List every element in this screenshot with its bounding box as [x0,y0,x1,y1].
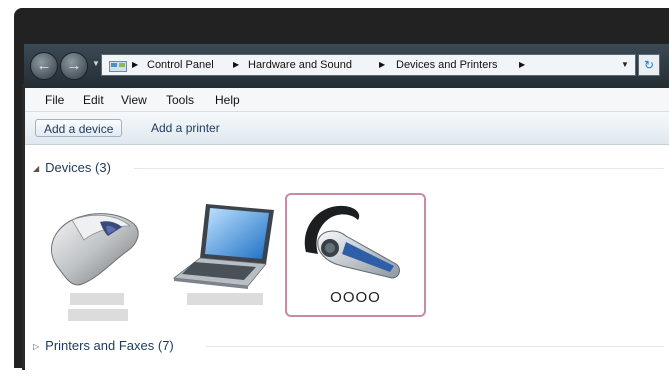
menu-bar: File Edit View Tools Help [25,88,669,112]
menu-tools[interactable]: Tools [166,93,194,107]
breadcrumb-separator[interactable]: ▶ [233,59,245,71]
forward-button[interactable]: → [60,52,88,80]
menu-file[interactable]: File [45,93,64,107]
address-dropdown-icon[interactable]: ▼ [618,58,632,72]
mouse-icon[interactable] [42,200,146,292]
menu-view[interactable]: View [121,93,147,107]
breadcrumb-control-panel[interactable]: Control Panel [147,59,214,71]
expand-triangle-icon: ▷ [33,342,40,351]
add-printer-button[interactable]: Add a printer [143,119,228,137]
headset-icon[interactable] [296,200,406,286]
breadcrumb-devices-and-printers[interactable]: Devices and Printers [396,59,498,71]
laptop-icon[interactable] [170,200,280,290]
back-arrow-icon: ← [36,57,52,74]
recent-pages-dropdown-icon[interactable]: ▼ [92,60,100,68]
device-name-redacted [187,293,263,305]
collapse-triangle-icon: ◢ [33,164,40,173]
group-divider [134,168,664,169]
devices-group-label: Devices (3) [45,160,111,175]
breadcrumb-separator[interactable]: ▶ [132,59,144,71]
breadcrumb-separator[interactable]: ▶ [519,59,531,71]
printers-group-label: Printers and Faxes (7) [45,338,174,353]
device-name-label: OOOO [330,289,381,306]
menu-edit[interactable]: Edit [83,93,104,107]
group-divider [206,346,664,347]
printers-group-header[interactable]: ▷ Printers and Faxes (7) [33,338,174,353]
breadcrumb-hardware-and-sound[interactable]: Hardware and Sound [248,59,352,71]
breadcrumb-separator[interactable]: ▶ [379,59,391,71]
control-panel-icon [109,61,127,72]
address-bar[interactable]: ▶ Control Panel ▶ Hardware and Sound ▶ D… [101,54,636,76]
forward-arrow-icon: → [66,57,82,74]
device-name-redacted [68,309,128,321]
command-bar: Add a device Add a printer [25,112,669,145]
device-name-redacted [70,293,124,305]
add-device-button[interactable]: Add a device [35,119,123,137]
back-button[interactable]: ← [30,52,58,80]
devices-group-header[interactable]: ◢ Devices (3) [33,160,111,175]
refresh-button[interactable]: ↻ [638,54,660,76]
refresh-icon: ↻ [643,58,655,72]
menu-help[interactable]: Help [215,93,240,107]
